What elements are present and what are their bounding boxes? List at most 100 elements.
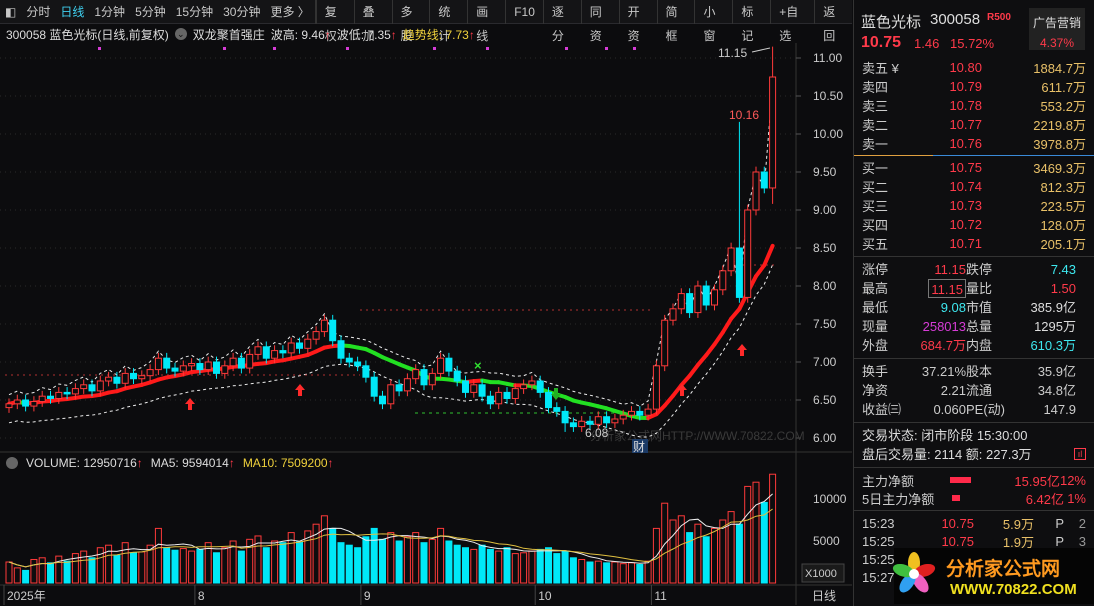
signal-dot: [433, 47, 436, 50]
volume-bar: [478, 544, 486, 584]
candle-body: [221, 365, 229, 374]
volume-bar: [138, 551, 146, 584]
indicator-info-bar: 300058 蓝色光标(日线,前复权) ⌄ 双龙聚首强庄 波高: 9.46↑ 波…: [0, 25, 795, 43]
toolbar-button[interactable]: 统计: [429, 0, 467, 43]
volume-bar: [296, 541, 303, 584]
candle-body: [204, 361, 212, 371]
indicator-dropdown-icon[interactable]: ⌄: [174, 28, 187, 40]
volume-bar: [611, 561, 619, 584]
volume-bar: [511, 553, 519, 584]
candle-body: [702, 285, 710, 306]
candle-body: [536, 380, 544, 393]
stat-value: 11.15: [934, 262, 966, 277]
volume-bar: [486, 548, 494, 584]
volume-bar: [188, 550, 196, 584]
period-tab[interactable]: 5分钟: [130, 3, 171, 20]
volume-bar: [80, 550, 88, 584]
stat-value: 258013: [922, 319, 966, 334]
wave-low: 波低: 7.35↑: [336, 27, 397, 42]
price-tick: 8.00: [813, 279, 837, 293]
volume-dropdown-icon[interactable]: [6, 457, 18, 469]
toolbar-button[interactable]: F10: [505, 0, 543, 24]
candle-body: [619, 414, 627, 420]
candle-body: [569, 422, 577, 428]
candle-body: [237, 357, 245, 369]
candle-body: [345, 357, 353, 363]
trend-line-segment: [712, 330, 725, 347]
stat-label: 股本: [966, 364, 993, 379]
candle-body: [304, 338, 312, 349]
candle-body: [320, 319, 328, 333]
high-label: 11.15: [718, 46, 747, 60]
volume-bar: [669, 519, 677, 584]
volume-bar: [271, 540, 279, 584]
period-tab[interactable]: 日线: [55, 3, 89, 20]
volume-bar: [113, 554, 121, 584]
period-tab[interactable]: 更多 〉: [265, 3, 314, 20]
candle-body: [760, 171, 768, 189]
period-tab[interactable]: 15分钟: [171, 3, 218, 20]
volume-bar: [329, 527, 337, 584]
volume-bar: [545, 547, 552, 584]
volume-bar: [171, 549, 179, 584]
toolbar-button[interactable]: 简框: [656, 0, 695, 43]
sector-badge[interactable]: 广告营销 4.37%: [1029, 8, 1085, 50]
volume-bar: [470, 548, 478, 584]
toolbar-button[interactable]: +自选: [770, 0, 814, 43]
toolbar-button[interactable]: 返回: [814, 0, 852, 43]
candle-body: [329, 319, 337, 342]
candle-body: [354, 361, 362, 367]
toolbar-button[interactable]: 画线: [467, 0, 505, 43]
trend-line-segment: [704, 342, 717, 358]
signal-dot: [273, 47, 276, 50]
candle-body: [437, 357, 445, 374]
candle-body: [545, 391, 552, 409]
quote-header: 蓝色光标 300058 R500 广告营销 4.37% 10.75 1.46 1…: [854, 0, 1094, 51]
candle-body: [395, 384, 403, 392]
candle-body: [420, 369, 428, 386]
volume-bar: [594, 560, 602, 584]
volume-unit: X1000: [805, 568, 837, 580]
panel-toggle-icon[interactable]: ◧: [0, 5, 21, 19]
candle-body: [462, 380, 469, 393]
stats-grid: 涨停 11.15 跌停 7.43 最高 11.15 量比 1.50 最低 9.08 市值 385.9亿…: [854, 260, 1094, 355]
candle-body: [428, 372, 436, 386]
bids-row: 买二 10.74 812.3万: [862, 179, 1086, 195]
toolbar-button[interactable]: 多股: [391, 0, 430, 43]
period-tab[interactable]: 1分钟: [89, 3, 130, 20]
period-tab[interactable]: 30分钟: [218, 3, 265, 20]
chart-icon[interactable]: ıl: [1074, 448, 1086, 460]
buy-arrow-icon: [737, 344, 747, 356]
candle-body: [80, 384, 88, 390]
candle-body: [287, 342, 295, 354]
stat-value: 684.7万: [920, 338, 966, 353]
stat-label: 内盘: [966, 338, 993, 353]
toolbar-button[interactable]: 标记: [732, 0, 770, 43]
asks-row: 卖二 10.77 2219.8万: [862, 117, 1086, 133]
period-tab[interactable]: 分时: [21, 3, 55, 20]
volume-bar: [503, 547, 511, 584]
toolbar-button[interactable]: 逐分: [542, 0, 581, 43]
stat-value: 7.43: [1050, 262, 1076, 277]
stat-value: 1295万: [1034, 319, 1076, 334]
stat-value: 34.8亿: [1037, 383, 1076, 398]
trade-status: 交易状态: 闭市阶段 15:30:00 盘后交易量: 2114 额: 227.3…: [854, 426, 1094, 464]
toolbar-button[interactable]: 小窗: [694, 0, 732, 43]
kline-chart[interactable]: 11.00 10.50 10.00 9.50 9.00 8.50 8.00 7.50 7.00 6…: [0, 43, 852, 605]
stat-label: 市值: [966, 300, 993, 315]
bids-row: 买三 10.73 223.5万: [862, 198, 1086, 214]
candle-body: [727, 247, 735, 272]
price-tick: 8.50: [813, 241, 837, 255]
toolbar-button[interactable]: 叠加: [353, 0, 392, 43]
volume-bar: [387, 532, 395, 584]
stock-name: 蓝色光标: [861, 14, 922, 31]
toolbar-button[interactable]: 同资: [580, 0, 619, 43]
toolbar-button[interactable]: 复权: [315, 0, 354, 43]
quote-panel: 蓝色光标 300058 R500 广告营销 4.37% 10.75 1.46 1…: [853, 0, 1094, 606]
candle-body: [96, 380, 104, 392]
volume-bar: [752, 481, 760, 584]
indicator-name: 双龙聚首强庄: [192, 27, 265, 42]
toolbar-button[interactable]: 开资: [618, 0, 657, 43]
volume-bar: [130, 552, 137, 584]
asks-row: 卖一 10.76 3978.8万: [862, 136, 1086, 152]
